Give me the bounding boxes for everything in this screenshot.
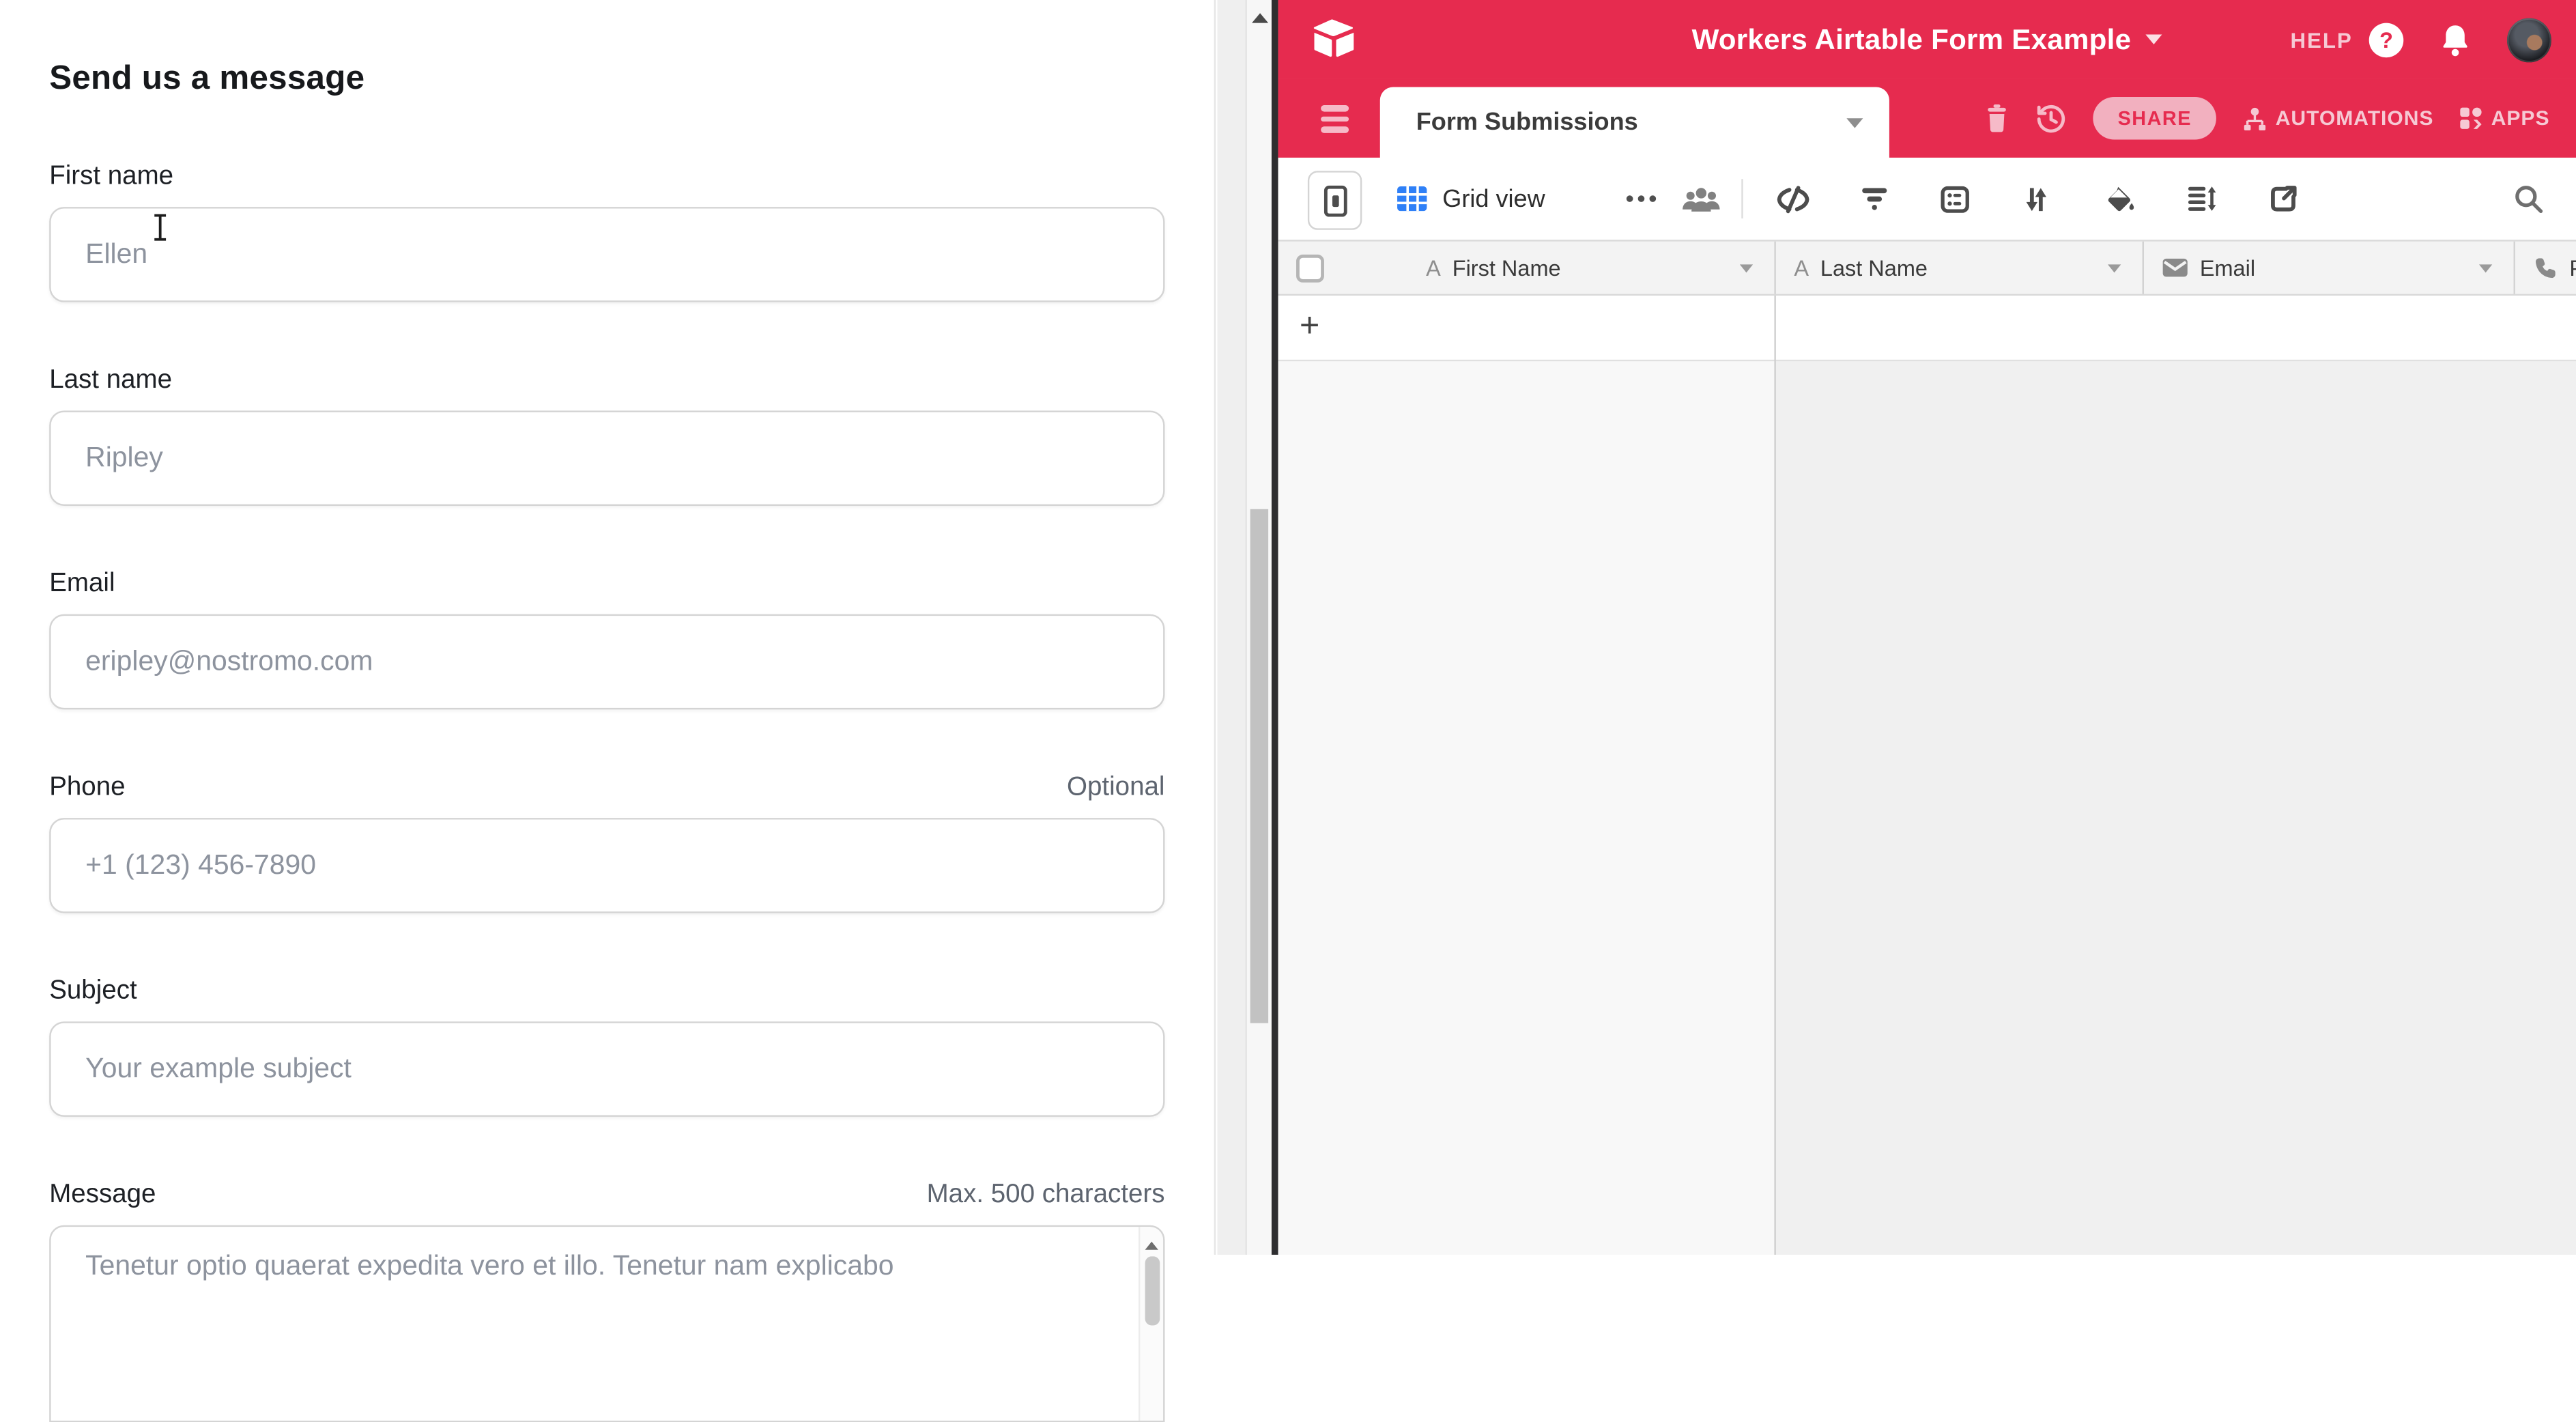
field-group-last-name: Last name (49, 365, 1164, 506)
page-title: Send us a message (49, 0, 1164, 102)
base-title: Workers Airtable Form Example (1692, 22, 2132, 57)
view-toolbar: Grid view (1278, 158, 2576, 242)
collaborators-icon[interactable] (1680, 158, 1721, 240)
help-button[interactable]: HELP (2291, 27, 2353, 52)
color-icon[interactable] (2104, 158, 2136, 240)
field-group-email: Email (49, 568, 1164, 709)
airtable-pane: Workers Airtable Form Example HELP ? For… (1278, 0, 2576, 1255)
row-height-icon[interactable] (2187, 158, 2216, 240)
frozen-column-divider[interactable] (1774, 296, 1775, 1255)
email-input[interactable] (49, 614, 1164, 710)
grid-view-icon (1397, 186, 1428, 212)
text-cursor-icon (151, 214, 169, 242)
scrollbar-thumb[interactable] (1250, 509, 1268, 1023)
contact-form-pane: Send us a message First name Last name E… (0, 0, 1216, 1255)
column-header-last-name[interactable]: A Last Name (1776, 242, 2144, 294)
message-max-chars-note: Max. 500 characters (927, 1179, 1165, 1212)
automations-icon (2243, 106, 2267, 130)
column-caret-icon[interactable] (2108, 264, 2121, 272)
last-name-label: Last name (49, 365, 172, 397)
hide-fields-icon[interactable] (1776, 158, 1811, 240)
view-switcher-button[interactable]: Grid view (1397, 158, 1545, 240)
history-icon[interactable] (2035, 102, 2067, 134)
toolbar-divider (1741, 179, 1743, 218)
grid-body-frozen-area (1278, 361, 1776, 1255)
help-question-icon[interactable]: ? (2369, 22, 2404, 57)
column-name: Email (2200, 255, 2255, 280)
tab-form-submissions[interactable]: Form Submissions (1380, 87, 1889, 158)
group-icon[interactable] (1941, 158, 1970, 240)
airtable-table-tabs-bar: Form Submissions SHARE (1278, 79, 2576, 157)
message-textarea[interactable] (51, 1227, 1163, 1421)
column-name: Phone (2569, 255, 2576, 280)
tables-menu-icon[interactable] (1321, 105, 1349, 132)
subject-label: Subject (49, 976, 137, 1008)
message-scrollbar-thumb[interactable] (1144, 1256, 1159, 1325)
apps-icon (2460, 106, 2483, 130)
filter-icon[interactable] (1860, 158, 1889, 240)
scrollbar-up-arrow-icon[interactable] (1251, 5, 1268, 23)
grid-body-scroll-area (1776, 361, 2576, 1255)
phone-optional-note: Optional (1067, 772, 1164, 805)
page-margin-strip (1218, 0, 1246, 1255)
grid-header-row: A First Name A Last Name Email (1278, 242, 2576, 296)
screen: Send us a message First name Last name E… (0, 0, 2576, 1255)
field-group-message: Message Max. 500 characters (49, 1179, 1164, 1422)
message-scrollbar-up-icon[interactable] (1145, 1235, 1158, 1250)
email-label: Email (49, 568, 115, 601)
phone-label: Phone (49, 772, 125, 805)
user-avatar[interactable] (2507, 17, 2551, 61)
subject-input[interactable] (49, 1021, 1164, 1117)
column-header-first-name[interactable]: A First Name (1278, 242, 1776, 294)
apps-button[interactable]: APPS (2460, 106, 2550, 130)
field-group-phone: Phone Optional (49, 772, 1164, 913)
active-table-name: Form Submissions (1416, 109, 1638, 137)
text-field-icon: A (1794, 255, 1809, 280)
add-record-plus-icon[interactable]: + (1300, 309, 1320, 343)
message-scrollbar[interactable] (1139, 1227, 1163, 1421)
trash-icon[interactable] (1985, 104, 2009, 133)
field-group-first-name: First name (49, 161, 1164, 302)
last-name-input[interactable] (49, 410, 1164, 506)
grid-body (1278, 361, 2576, 1255)
table-tab-caret-icon (1846, 117, 1863, 127)
automations-button[interactable]: AUTOMATIONS (2243, 106, 2434, 130)
share-button[interactable]: SHARE (2093, 97, 2216, 140)
phone-field-icon (2533, 255, 2558, 280)
airtable-top-bar: Workers Airtable Form Example HELP ? (1278, 0, 2576, 79)
text-field-icon: A (1426, 255, 1441, 280)
first-name-label: First name (49, 161, 173, 194)
column-caret-icon[interactable] (1740, 264, 1753, 272)
search-icon[interactable] (2514, 158, 2543, 240)
select-all-checkbox[interactable] (1296, 254, 1324, 282)
first-name-input[interactable] (49, 207, 1164, 302)
sort-icon[interactable] (2022, 158, 2050, 240)
column-header-email[interactable]: Email (2144, 242, 2515, 294)
view-options-ellipsis-icon[interactable] (1627, 195, 1656, 202)
column-header-phone[interactable]: Phone (2515, 242, 2576, 294)
base-title-caret-icon (2146, 35, 2162, 44)
column-caret-icon[interactable] (2479, 264, 2492, 272)
share-view-icon[interactable] (2269, 158, 2298, 240)
phone-input[interactable] (49, 818, 1164, 913)
notifications-bell-icon[interactable] (2439, 22, 2471, 57)
window-split-divider[interactable] (1272, 0, 1278, 1255)
column-name: First Name (1452, 255, 1561, 280)
browser-vertical-scrollbar[interactable] (1245, 0, 1272, 1255)
email-field-icon (2162, 258, 2188, 278)
column-name: Last Name (1820, 255, 1928, 280)
views-sidebar-toggle-button[interactable] (1308, 171, 1362, 230)
field-group-subject: Subject (49, 976, 1164, 1117)
message-label: Message (49, 1179, 156, 1212)
view-name: Grid view (1442, 185, 1545, 213)
views-sidebar-icon (1323, 185, 1347, 216)
add-record-row[interactable]: + (1278, 296, 2576, 361)
